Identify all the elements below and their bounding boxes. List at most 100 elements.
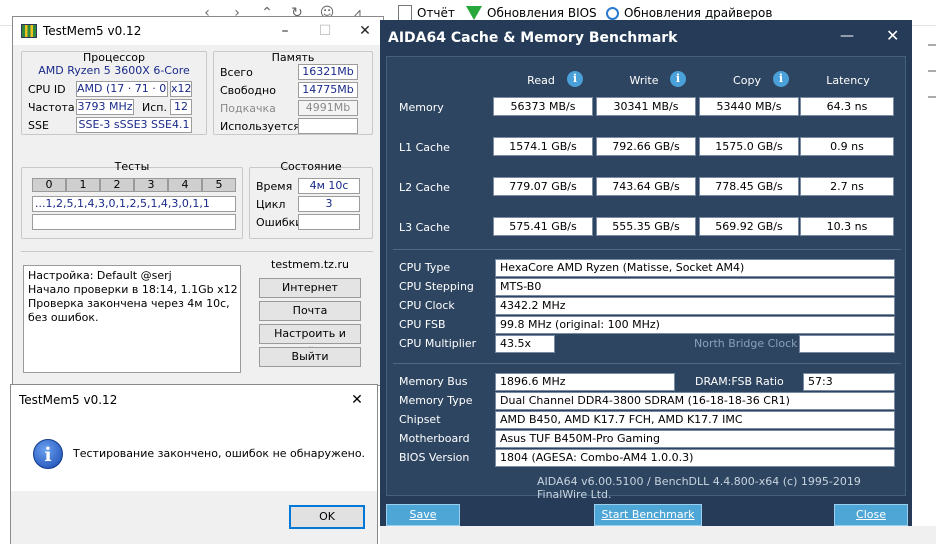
result-cell: 555.35 GB/s — [596, 217, 696, 236]
config-exit-button[interactable]: Настроить и выйти — [259, 324, 361, 358]
search-icon — [606, 6, 619, 20]
total-value: 16321Mb — [298, 64, 358, 80]
result-cell: 575.41 GB/s — [493, 217, 593, 236]
bios-updates-button[interactable]: Обновления BIOS — [466, 5, 597, 21]
chipset-value: AMD B450, AMD K17.7 FCH, AMD K17.7 IMC — [495, 411, 895, 429]
test-header-cell: 2 — [100, 178, 134, 192]
cpu-threads-value: x12 — [170, 81, 192, 97]
result-cell: 53440 MB/s — [699, 97, 799, 116]
free-value: 14775Mb — [298, 82, 358, 98]
total-label: Всего — [220, 66, 253, 79]
result-cell: 778.45 GB/s — [699, 177, 799, 196]
cycle-label: Цикл — [256, 198, 286, 211]
test-header-cell: 5 — [202, 178, 236, 192]
errors-label: Ошибки — [256, 216, 303, 229]
dialog-close-icon[interactable]: ✕ — [337, 385, 377, 415]
time-value: 4м 10с — [298, 178, 360, 194]
sse-value: SSE-3 sSSE3 SSE4.1 — [76, 117, 192, 133]
dialog-title[interactable]: TestMem5 v0.12 — [11, 385, 377, 415]
edge-mark — [928, 96, 936, 98]
minimize-button[interactable]: — — [840, 28, 854, 44]
memory-title: Память — [271, 51, 315, 64]
site-label: testmem.tz.ru — [271, 258, 349, 271]
background-right-edge — [912, 26, 936, 544]
benchmark-panel: Read i Write i Copy i Latency Memory 563… — [386, 56, 906, 501]
cpu-id-label: CPU ID — [28, 83, 66, 96]
divider — [21, 251, 373, 252]
background-bottom-strip — [380, 526, 936, 544]
info-icon[interactable]: i — [567, 71, 583, 87]
processor-group: Процессор AMD Ryzen 5 3600X 6-Core CPU I… — [21, 51, 207, 135]
tests-title: Тесты — [114, 160, 150, 173]
test-header-cell: 3 — [134, 178, 168, 192]
dialog-message: Тестирование закончено, ошибок не обнару… — [73, 447, 366, 460]
sse-label: SSE — [28, 119, 49, 132]
memory-group: Память Всего 16321Mb Свободно 14775Mb По… — [213, 51, 373, 135]
freq-value: 3793 MHz — [76, 99, 134, 115]
exit-button[interactable]: Выйти — [259, 347, 361, 367]
cpu-clock-label: CPU Clock — [399, 299, 455, 312]
result-cell: 64.3 ns — [800, 97, 894, 116]
memory-type-value: Dual Channel DDR4-3800 SDRAM (16-18-18-3… — [495, 392, 895, 410]
cpu-stepping-value: MTS-B0 — [495, 278, 895, 296]
aida-footer: AIDA64 v6.00.5100 / BenchDLL 4.4.800-x64… — [537, 475, 861, 501]
north-bridge-clock-label: North Bridge Clock — [694, 337, 798, 350]
separator — [393, 249, 901, 250]
cpu-type-value: HexaCore AMD Ryzen (Matisse, Socket AM4) — [495, 259, 895, 277]
motherboard-label: Motherboard — [399, 432, 470, 445]
info-icon[interactable]: i — [670, 71, 686, 87]
close-button[interactable]: Close — [834, 504, 908, 526]
close-button[interactable]: ✕ — [345, 17, 385, 45]
swap-label: Подкачка — [220, 102, 276, 115]
driver-updates-button[interactable]: Обновления драйверов — [606, 5, 772, 21]
bios-version-value: 1804 (AGESA: Combo-AM4 1.0.0.3) — [495, 449, 895, 467]
ok-button[interactable]: OK — [289, 505, 365, 529]
result-cell: 30341 MB/s — [596, 97, 696, 116]
save-button[interactable]: Save — [386, 504, 460, 526]
result-cell: 1575.0 GB/s — [699, 137, 799, 156]
cpu-name: AMD Ryzen 5 3600X 6-Core — [38, 64, 190, 77]
cpu-multiplier-label: CPU Multiplier — [399, 337, 477, 350]
testmem-titlebar[interactable]: TestMem5 v0.12 – ☐ ✕ — [13, 17, 383, 45]
memory-bus-label: Memory Bus — [399, 375, 468, 388]
memory-chip-icon — [21, 24, 37, 38]
free-label: Свободно — [220, 84, 276, 97]
testmem-window: TestMem5 v0.12 – ☐ ✕ Процессор AMD Ryzen… — [12, 16, 384, 386]
status-group: Состояние Время 4м 10с Цикл 3 Ошибки — [249, 160, 373, 239]
edge-mark — [928, 70, 936, 72]
minimize-button[interactable]: – — [265, 17, 305, 45]
test-sequence: ...1,2,5,1,4,3,0,1,2,5,1,4,3,0,1,1 — [32, 196, 236, 212]
log-line: Проверка закончена через 4м 10с, — [28, 297, 230, 310]
processor-title: Процессор — [82, 51, 146, 64]
used-threads-value: 12 — [170, 99, 192, 115]
report-label: Отчёт — [417, 6, 455, 20]
cpu-type-label: CPU Type — [399, 261, 451, 274]
separator — [393, 363, 901, 364]
freq-label: Частота — [28, 101, 75, 114]
tests-group: Тесты 0 1 2 3 4 5 ...1,2,5,1,4,3,0,1,2,5… — [21, 160, 243, 239]
test-header-cell: 0 — [32, 178, 66, 192]
time-label: Время — [256, 180, 293, 193]
cycle-value: 3 — [298, 196, 360, 212]
start-benchmark-button[interactable]: Start Benchmark — [594, 504, 702, 526]
row-label-l1: L1 Cache — [399, 141, 450, 154]
aida-title: AIDA64 Cache & Memory Benchmark — [388, 30, 678, 46]
log-line: без ошибок. — [28, 311, 99, 324]
log-line: Начало проверки в 18:14, 1.1Gb x12 — [28, 283, 238, 296]
bios-updates-label: Обновления BIOS — [487, 6, 597, 20]
info-icon: i — [33, 439, 63, 469]
maximize-button: ☐ — [318, 23, 332, 39]
internet-button[interactable]: Интернет — [259, 278, 361, 298]
cpu-multiplier-value: 43.5x — [495, 335, 555, 353]
test-header-cell: 4 — [168, 178, 202, 192]
status-title: Состояние — [280, 160, 342, 173]
result-cell: 779.07 GB/s — [493, 177, 593, 196]
mail-button[interactable]: Почта — [259, 301, 361, 321]
used-threads-label: Исп. — [142, 101, 167, 114]
report-button[interactable]: Отчёт — [398, 5, 455, 21]
info-icon[interactable]: i — [773, 71, 789, 87]
column-latency: Latency — [826, 74, 870, 87]
chipset-label: Chipset — [399, 413, 441, 426]
close-icon[interactable]: ✕ — [886, 26, 899, 45]
log-box[interactable]: Настройка: Default @serj Начало проверки… — [23, 265, 241, 373]
